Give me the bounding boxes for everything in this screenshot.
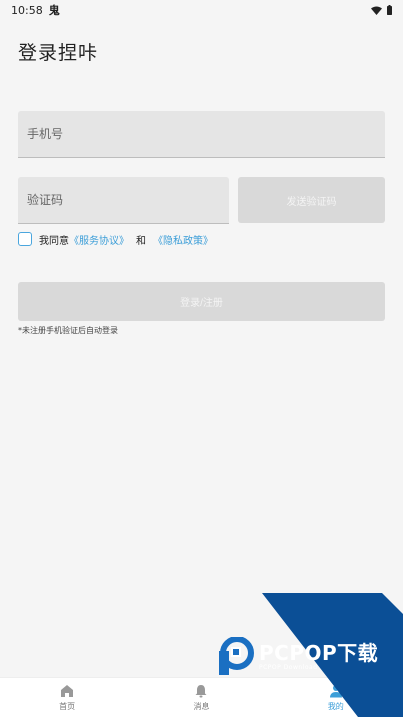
battery-icon: [387, 5, 392, 15]
nav-label-messages: 消息: [193, 701, 210, 711]
code-input[interactable]: [18, 177, 229, 223]
bell-icon: [195, 684, 207, 697]
watermark-sub: PCPOP Download: [259, 664, 318, 671]
agreement-row: 我同意 《服务协议》 和 《隐私政策》: [18, 231, 213, 247]
status-left: 10:58 鬼: [11, 2, 60, 18]
watermark-text-block: PCPOP下载 PCPOP Download: [259, 643, 378, 671]
home-icon: [61, 684, 74, 697]
notification-icon: 鬼: [48, 4, 60, 17]
nav-label-home: 首页: [59, 701, 76, 711]
agree-checkbox[interactable]: [18, 232, 32, 246]
login-button[interactable]: 登录/注册: [18, 282, 385, 321]
terms-link[interactable]: 《服务协议》: [69, 232, 129, 247]
bottom-nav: 首页 消息 我的: [0, 677, 403, 717]
auto-register-hint: *未注册手机验证后自动登录: [18, 326, 118, 335]
page-title: 登录捏咔: [18, 42, 99, 64]
nav-label-profile: 我的: [327, 701, 344, 711]
privacy-link[interactable]: 《隐私政策》: [153, 232, 213, 247]
send-code-button[interactable]: 发送验证码: [238, 177, 385, 223]
nav-item-profile[interactable]: 我的: [269, 678, 403, 717]
agree-and: 和: [136, 235, 146, 247]
wifi-icon: [371, 6, 382, 15]
phone-input[interactable]: [18, 111, 385, 157]
status-time: 10:58: [11, 3, 43, 17]
code-field[interactable]: [18, 177, 229, 224]
watermark-brand: PCPOP下载: [259, 641, 379, 665]
phone-field[interactable]: [18, 111, 385, 158]
nav-item-messages[interactable]: 消息: [134, 678, 268, 717]
pcpop-logo-icon: [219, 637, 254, 675]
agree-prefix: 我同意: [39, 235, 69, 247]
status-bar: 10:58 鬼: [0, 0, 403, 20]
status-right: [371, 5, 392, 15]
nav-item-home[interactable]: 首页: [0, 678, 134, 717]
user-icon: [329, 684, 342, 697]
watermark-stripe: [262, 593, 403, 717]
watermark-logo: PCPOP下载 PCPOP Download: [217, 637, 378, 677]
